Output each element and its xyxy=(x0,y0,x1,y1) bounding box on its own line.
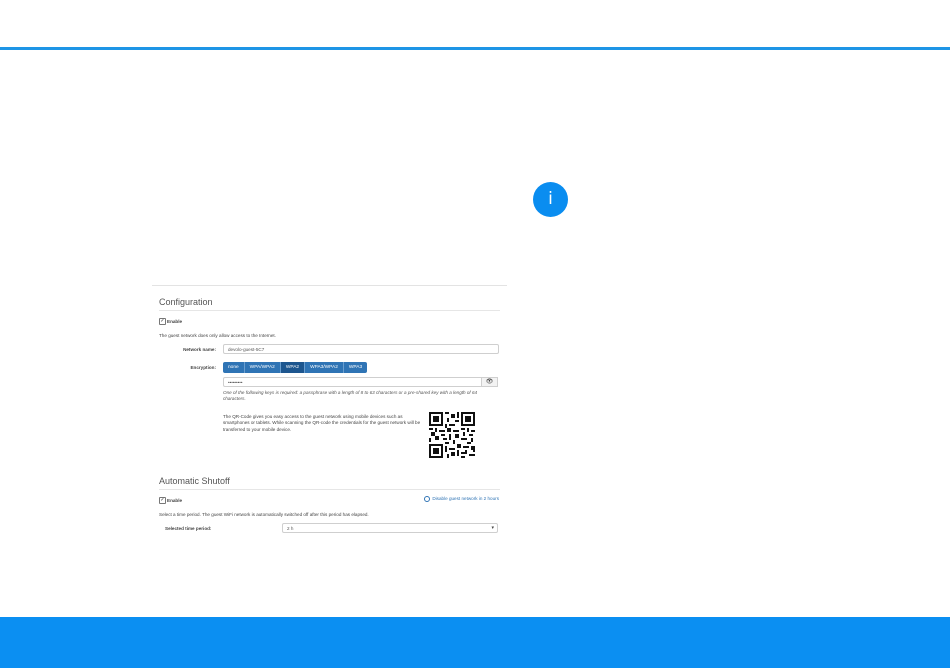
time-period-value: 2 h xyxy=(287,526,294,531)
shutoff-description: Select a time period. The guest WiFi net… xyxy=(159,512,369,517)
configuration-divider xyxy=(159,310,500,311)
time-period-label: Selected time period: xyxy=(165,526,212,531)
disable-guest-network-link[interactable]: Disable guest network in 2 hours xyxy=(424,496,499,502)
chevron-down-icon: ▾ xyxy=(491,525,494,531)
qr-code-description: The QR-Code gives you easy access to the… xyxy=(223,414,421,432)
encryption-option-wpa3[interactable]: WPA3 xyxy=(343,362,368,373)
encryption-option-wpa3-wpa2[interactable]: WPA3/WPA2 xyxy=(305,362,344,373)
footer-band xyxy=(0,617,950,668)
encryption-option-wpa2[interactable]: WPA2 xyxy=(280,362,306,373)
checkmark-icon: ✓ xyxy=(160,318,165,324)
header-divider xyxy=(0,47,950,50)
eye-icon: 👁 xyxy=(485,379,494,385)
wifi-key-input[interactable]: ••••••••• xyxy=(223,377,482,387)
network-name-label: Network name: xyxy=(183,347,216,352)
encryption-selector: none WPA/WPA2 WPA2 WPA3/WPA2 WPA3 xyxy=(223,362,368,373)
panel-divider xyxy=(152,285,507,286)
guest-network-panel: Configuration ✓ Enable The guest network… xyxy=(152,285,507,545)
checkmark-icon: ✓ xyxy=(160,497,165,503)
network-name-input[interactable]: devolo-guest-5C7 xyxy=(223,344,499,354)
shutoff-enable-checkbox[interactable]: ✓ xyxy=(159,497,166,504)
encryption-label: Encryption: xyxy=(190,365,216,370)
info-icon: i xyxy=(533,182,568,217)
configuration-title: Configuration xyxy=(159,297,213,307)
disable-guest-network-text: Disable guest network in 2 hours xyxy=(432,496,499,502)
encryption-option-wpa-wpa2[interactable]: WPA/WPA2 xyxy=(244,362,281,373)
configuration-enable-label: Enable xyxy=(167,319,183,324)
qr-code xyxy=(429,412,475,458)
automatic-shutoff-divider xyxy=(159,489,500,490)
clock-icon xyxy=(424,496,431,502)
guest-network-note: The guest network does only allow access… xyxy=(159,333,276,338)
encryption-option-none[interactable]: none xyxy=(223,362,245,373)
time-period-select[interactable]: 2 h ▾ xyxy=(282,523,498,533)
configuration-enable-checkbox[interactable]: ✓ xyxy=(159,318,166,325)
show-key-button[interactable]: 👁 xyxy=(482,377,498,387)
shutoff-enable-label: Enable xyxy=(167,498,183,503)
automatic-shutoff-title: Automatic Shutoff xyxy=(159,476,230,486)
key-hint: One of the following keys is required: a… xyxy=(223,390,478,402)
